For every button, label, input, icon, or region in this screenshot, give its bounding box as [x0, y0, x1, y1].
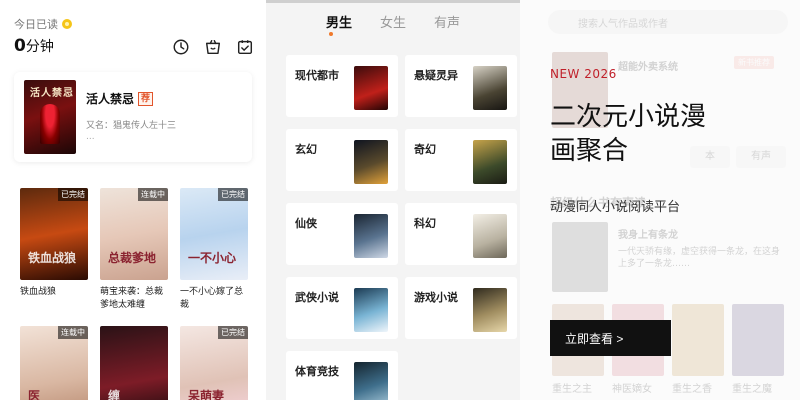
- background-book-name: 重生之香: [672, 384, 712, 395]
- top-actions: [172, 38, 254, 56]
- category-label: 奇幻: [414, 143, 436, 156]
- category-label: 体育竞技: [295, 365, 339, 378]
- category-label: 仙侠: [295, 217, 317, 230]
- featured-book-more: ...: [86, 132, 95, 142]
- cover-figure: [40, 104, 60, 144]
- category-scifi[interactable]: 科幻: [405, 203, 517, 265]
- book-cover[interactable]: 连载中 医: [20, 326, 88, 400]
- tab-female[interactable]: 女生: [380, 12, 406, 38]
- background-item-desc: 一代天骄有缘，虚空获得一条龙，在这身上多了一条龙……: [618, 247, 781, 269]
- featured-book-title-row: 活人禁忌 荐: [86, 90, 154, 107]
- today-read-text: 今日已读: [14, 18, 58, 31]
- cover-art-text: 呆萌妻: [188, 389, 225, 400]
- book-status-tag: 已完结: [218, 188, 248, 201]
- background-book-name: 重生之主: [552, 384, 592, 395]
- book-title: 铁血战狼: [20, 287, 57, 297]
- featured-cover-text: 活人禁忌: [30, 88, 74, 99]
- top-divider: [266, 0, 520, 3]
- checkin-icon[interactable]: [236, 38, 254, 56]
- coin-icon: [62, 19, 72, 29]
- book-item[interactable]: 连载中 医: [20, 326, 88, 400]
- featured-book-title: 活人禁忌: [86, 92, 135, 106]
- promo-panel: 搜索人气作品或作者 超能外卖系统 新书推荐 本 有声 超级什么书有声读 我身上有…: [520, 0, 800, 400]
- tab-audio[interactable]: 有声: [434, 12, 460, 38]
- book-status-tag: 连载中: [138, 188, 168, 201]
- category-wuxia[interactable]: 武侠小说: [286, 277, 398, 339]
- category-thumbnail: [473, 288, 507, 332]
- category-label: 现代都市: [295, 69, 339, 82]
- category-thumbnail: [473, 66, 507, 110]
- book-status-tag: 已完结: [58, 188, 88, 201]
- book-cover[interactable]: 已完结 铁血战狼: [20, 188, 88, 280]
- read-minutes-unit: 分钟: [25, 39, 54, 55]
- cover-art-text: 医: [28, 389, 41, 400]
- background-search-placeholder: 搜索人气作品或作者: [578, 19, 668, 30]
- book-status-tag: 连载中: [58, 326, 88, 339]
- clock-icon[interactable]: [172, 38, 190, 56]
- category-thumbnail: [354, 66, 388, 110]
- shop-basket-icon[interactable]: [204, 38, 222, 56]
- background-book-name: 神医嫡女: [612, 384, 652, 395]
- background-pill: 有声: [736, 146, 786, 168]
- featured-book-alias: 又名：猖鬼传人左十三: [86, 121, 177, 131]
- category-label: 科幻: [414, 217, 436, 230]
- read-minutes-value: 0: [14, 36, 26, 56]
- promo-kicker: NEW 2026: [550, 67, 617, 81]
- category-thumbnail: [354, 140, 388, 184]
- background-thumbnail: [732, 304, 784, 376]
- background-search-bar: 搜索人气作品或作者: [548, 10, 788, 34]
- book-item[interactable]: 连载中 总裁爹地 萌宝来袭：总裁爹地太难缠: [100, 188, 168, 312]
- category-thumbnail: [473, 214, 507, 258]
- background-item-title: 超能外卖系统: [618, 62, 678, 73]
- category-sports[interactable]: 体育竞技: [286, 351, 398, 400]
- book-item[interactable]: 缠: [100, 326, 168, 400]
- category-suspense[interactable]: 悬疑灵异: [405, 55, 517, 117]
- cover-art-text: 一不小心: [188, 251, 237, 265]
- book-title: 一不小心嫁了总裁: [180, 287, 244, 310]
- category-modern-city[interactable]: 现代都市: [286, 55, 398, 117]
- recommend-badge: 荐: [138, 91, 154, 106]
- featured-book-card[interactable]: 活人禁忌 活人禁忌 荐 又名：猖鬼传人左十三 ...: [14, 72, 252, 162]
- gender-tabs: 男生 女生 有声: [266, 12, 520, 38]
- view-now-button[interactable]: 立即查看 >: [550, 320, 671, 356]
- category-thumbnail: [354, 288, 388, 332]
- bookshelf-panel: 今日已读 0分钟 活人禁忌 活人禁忌 荐 又名：猖鬼传人左十三 ... 已完结: [0, 0, 266, 400]
- book-title: 萌宝来袭：总裁爹地太难缠: [100, 287, 164, 310]
- background-book-name: 重生之魔: [732, 384, 772, 395]
- book-item[interactable]: 已完结 呆萌妻: [180, 326, 248, 400]
- category-label: 悬疑灵异: [414, 69, 458, 82]
- today-read-time: 0分钟: [14, 36, 54, 56]
- promo-subtitle: 动漫同人小说阅读平台: [550, 200, 681, 215]
- category-game[interactable]: 游戏小说: [405, 277, 517, 339]
- category-label: 游戏小说: [414, 291, 458, 304]
- category-label: 武侠小说: [295, 291, 339, 304]
- book-cover[interactable]: 缠: [100, 326, 168, 400]
- category-xuanhuan[interactable]: 玄幻: [286, 129, 398, 191]
- background-item-title: 我身上有条龙: [618, 230, 678, 241]
- background-item-tag: 新书推荐: [734, 56, 774, 69]
- book-item[interactable]: 已完结 铁血战狼 铁血战狼: [20, 188, 88, 299]
- book-cover[interactable]: 已完结 呆萌妻: [180, 326, 248, 400]
- category-panel: 男生 女生 有声 现代都市 悬疑灵异 玄幻 奇幻 仙侠 科幻 武侠小说 游戏小说…: [266, 0, 520, 400]
- active-tab-indicator: [329, 32, 333, 36]
- cover-art-text: 缠: [108, 389, 121, 400]
- cover-art-text: 铁血战狼: [28, 251, 77, 265]
- background-thumbnail: [672, 304, 724, 376]
- category-fantasy[interactable]: 奇幻: [405, 129, 517, 191]
- book-cover[interactable]: 连载中 总裁爹地: [100, 188, 168, 280]
- category-thumbnail: [354, 214, 388, 258]
- today-read-label: 今日已读: [14, 16, 72, 32]
- book-item[interactable]: 已完结 一不小心 一不小心嫁了总裁: [180, 188, 248, 312]
- category-label: 玄幻: [295, 143, 317, 156]
- cover-art-text: 总裁爹地: [108, 251, 157, 265]
- book-status-tag: 已完结: [218, 326, 248, 339]
- featured-book-cover[interactable]: 活人禁忌: [24, 80, 76, 154]
- category-thumbnail: [473, 140, 507, 184]
- background-thumbnail: [552, 222, 608, 292]
- promo-title: 二次元小说漫画聚合: [550, 102, 707, 166]
- category-thumbnail: [354, 362, 388, 400]
- category-xianxia[interactable]: 仙侠: [286, 203, 398, 265]
- book-cover[interactable]: 已完结 一不小心: [180, 188, 248, 280]
